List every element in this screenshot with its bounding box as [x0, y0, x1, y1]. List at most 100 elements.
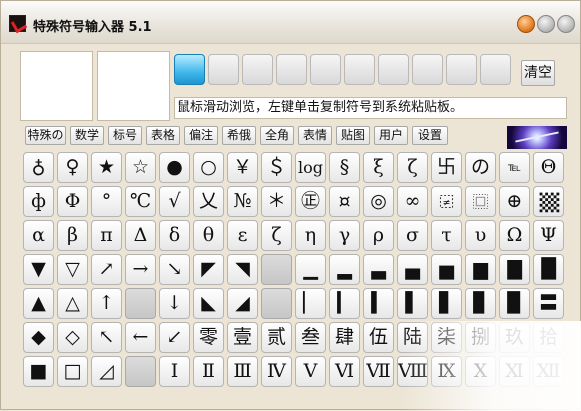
symbol-cell[interactable]: □ [57, 356, 88, 387]
symbol-cell[interactable]: 壹 [227, 322, 258, 353]
symbol-cell[interactable]: τ [431, 220, 462, 251]
close-icon[interactable] [557, 15, 575, 33]
symbol-cell[interactable]: ● [159, 152, 190, 183]
symbol-cell[interactable]: ▲ [23, 288, 54, 319]
symbol-cell[interactable]: 陆 [397, 322, 428, 353]
symbol-cell[interactable]: ξ [363, 152, 394, 183]
symbol-cell[interactable]: Ⅴ [295, 356, 326, 387]
tab-category[interactable]: 偏注 [184, 126, 218, 145]
symbol-cell[interactable]: ↙ [159, 322, 190, 353]
symbol-cell[interactable]: ¤ [329, 186, 360, 217]
minimize-icon[interactable] [517, 15, 535, 33]
symbol-cell[interactable]: Ⅻ [533, 356, 564, 387]
symbol-cell[interactable]: Ⅶ [363, 356, 394, 387]
symbol-cell[interactable]: 伍 [363, 322, 394, 353]
tab-category[interactable]: 数学 [70, 126, 104, 145]
symbol-cell[interactable]: ○ [193, 152, 224, 183]
symbol-cell[interactable]: ↘ [159, 254, 190, 285]
symbol-cell[interactable]: ▉ [499, 288, 530, 319]
checker-pattern-icon[interactable] [533, 186, 564, 217]
title-bar[interactable]: 特殊符号输入器 5.1 [1, 1, 580, 44]
symbol-cell[interactable]: ㊣ [295, 186, 326, 217]
recent-symbol-slot[interactable] [378, 54, 409, 85]
symbol-cell[interactable]: β [57, 220, 88, 251]
symbol-cell[interactable]: ° [91, 186, 122, 217]
tab-category[interactable]: 希俄 [222, 126, 256, 145]
symbol-cell[interactable]: 乂 [193, 186, 224, 217]
symbol-cell[interactable]: ℃ [125, 186, 156, 217]
symbol-cell[interactable]: ★ [91, 152, 122, 183]
symbol-cell[interactable]: § [329, 152, 360, 183]
symbol-cell[interactable]: log [295, 152, 326, 183]
recent-symbol-slot[interactable] [276, 54, 307, 85]
recent-symbol-slot[interactable] [208, 54, 239, 85]
symbol-cell[interactable]: ￥ [227, 152, 258, 183]
symbol-cell[interactable]: ▁ [295, 254, 326, 285]
category-image-tab[interactable] [507, 126, 567, 149]
symbol-cell[interactable]: Θ [533, 152, 564, 183]
symbol-cell[interactable]: Ⅵ [329, 356, 360, 387]
symbol-cell[interactable]: ♀ [57, 152, 88, 183]
symbol-cell[interactable]: ф [23, 186, 54, 217]
tab-category[interactable]: 表格 [146, 126, 180, 145]
symbol-cell[interactable]: 肆 [329, 322, 360, 353]
symbol-cell[interactable]: の [465, 152, 496, 183]
symbol-cell[interactable] [125, 356, 156, 387]
symbol-cell[interactable]: № [227, 186, 258, 217]
symbol-cell[interactable]: ◎ [363, 186, 394, 217]
symbol-cell[interactable]: ▊ [465, 288, 496, 319]
symbol-cell[interactable] [261, 254, 292, 285]
symbol-cell[interactable]: ↖ [91, 322, 122, 353]
tab-category[interactable]: 全角 [260, 126, 294, 145]
symbol-cell[interactable]: η [295, 220, 326, 251]
symbol-cell[interactable]: ◿ [91, 356, 122, 387]
maximize-icon[interactable] [537, 15, 555, 33]
symbol-cell[interactable]: 玖 [499, 322, 530, 353]
symbol-cell[interactable]: γ [329, 220, 360, 251]
symbol-cell[interactable]: Ⅹ [465, 356, 496, 387]
symbol-cell[interactable]: ℡ [499, 152, 530, 183]
symbol-cell[interactable]: Ω [499, 220, 530, 251]
symbol-cell[interactable]: 叁 [295, 322, 326, 353]
symbol-cell[interactable]: ▌ [397, 288, 428, 319]
symbol-cell[interactable]: ◥ [227, 254, 258, 285]
symbol-cell[interactable]: σ [397, 220, 428, 251]
dashed-box-icon[interactable]: ≠ [431, 186, 462, 217]
symbol-cell[interactable]: ♁ [23, 152, 54, 183]
symbol-cell[interactable]: 贰 [261, 322, 292, 353]
symbol-cell[interactable]: Ⅱ [193, 356, 224, 387]
recent-symbol-slot[interactable] [412, 54, 443, 85]
symbol-cell[interactable]: α [23, 220, 54, 251]
symbol-cell[interactable]: υ [465, 220, 496, 251]
recent-symbol-slot[interactable] [174, 54, 205, 85]
symbol-cell[interactable]: █ [533, 254, 564, 285]
symbol-cell[interactable]: ▄ [397, 254, 428, 285]
symbol-cell[interactable]: ◣ [193, 288, 224, 319]
symbol-cell[interactable]: ▎ [329, 288, 360, 319]
recent-symbol-slot[interactable] [480, 54, 511, 85]
symbol-cell[interactable]: Ⅺ [499, 356, 530, 387]
symbol-cell[interactable]: √ [159, 186, 190, 217]
symbol-cell[interactable]: → [125, 254, 156, 285]
symbol-cell[interactable]: △ [57, 288, 88, 319]
symbol-cell[interactable]: ▽ [57, 254, 88, 285]
symbol-cell[interactable]: ζ [397, 152, 428, 183]
symbol-cell[interactable]: π [91, 220, 122, 251]
symbol-cell[interactable]: ρ [363, 220, 394, 251]
symbol-cell[interactable]: Δ [125, 220, 156, 251]
symbol-cell[interactable]: Φ [57, 186, 88, 217]
symbol-cell[interactable]: ▂ [329, 254, 360, 285]
tab-category[interactable]: 贴图 [336, 126, 370, 145]
symbol-cell[interactable]: 拾 [533, 322, 564, 353]
symbol-cell[interactable]: θ [193, 220, 224, 251]
symbol-cell[interactable]: 捌 [465, 322, 496, 353]
symbol-cell[interactable]: ▅ [431, 254, 462, 285]
clear-button[interactable]: 清空 [521, 60, 555, 86]
symbol-cell[interactable]: Ⅰ [159, 356, 190, 387]
symbol-cell[interactable]: ε [227, 220, 258, 251]
symbol-cell[interactable]: ◤ [193, 254, 224, 285]
symbol-cell[interactable]: ◆ [23, 322, 54, 353]
tab-category[interactable]: 标号 [108, 126, 142, 145]
symbol-cell[interactable]: 卐 [431, 152, 462, 183]
symbol-cell[interactable]: ∞ [397, 186, 428, 217]
